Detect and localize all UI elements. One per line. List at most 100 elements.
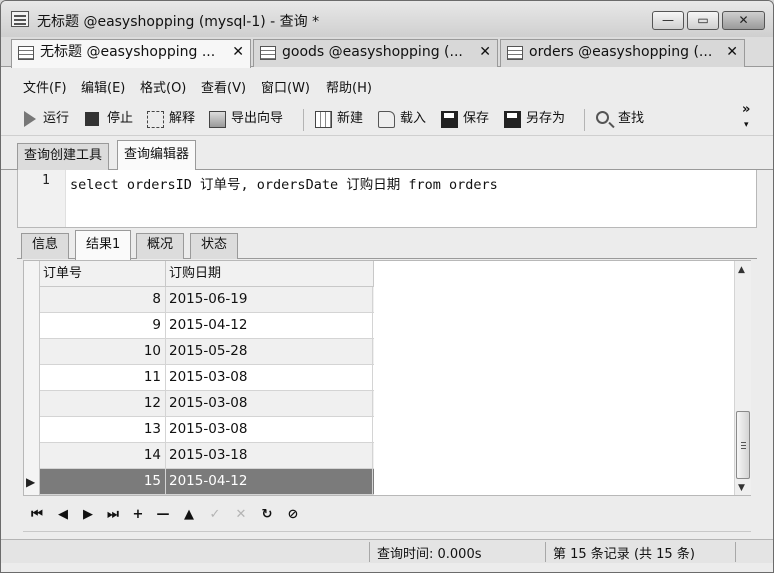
sql-editor[interactable]: 1 select ordersID 订单号, ordersDate 订购日期 f… xyxy=(17,170,757,228)
column-header-order-id[interactable]: 订单号 xyxy=(40,261,166,287)
save-as-icon xyxy=(504,111,521,128)
editor-tabs: 查询创建工具 查询编辑器 xyxy=(1,137,773,171)
table-row[interactable]: 11 2015-03-08 xyxy=(40,365,374,391)
vertical-scrollbar[interactable]: ▲ ▼ xyxy=(734,261,751,495)
stop-icon xyxy=(85,112,99,126)
table-icon xyxy=(507,46,523,60)
close-tab-icon[interactable]: ✕ xyxy=(232,40,244,65)
stop-icon[interactable]: ⊘ xyxy=(285,507,301,523)
toolbar: 运行 停止 解释 导出向导 新建 载入 保存 另存为 查找 » ▾ xyxy=(1,102,773,136)
cell-order-id[interactable]: 9 xyxy=(40,313,166,338)
close-tab-icon[interactable]: ✕ xyxy=(479,40,491,65)
menu-file[interactable]: 文件(F) xyxy=(23,77,67,96)
toolbar-dropdown-icon[interactable]: ▾ xyxy=(744,120,749,130)
menu-view[interactable]: 查看(V) xyxy=(201,77,246,96)
close-window-button[interactable]: ✕ xyxy=(722,11,765,30)
tab-profile[interactable]: 概况 xyxy=(136,233,185,259)
menu-window[interactable]: 窗口(W) xyxy=(261,77,310,96)
run-label: 运行 xyxy=(43,111,70,126)
cell-order-id[interactable]: 11 xyxy=(40,365,166,390)
stop-label: 停止 xyxy=(107,111,134,126)
refresh-icon[interactable]: ↻ xyxy=(259,507,275,523)
export-wizard-button[interactable]: 导出向导 xyxy=(209,110,283,130)
close-tab-icon[interactable]: ✕ xyxy=(726,40,738,65)
load-button[interactable]: 载入 xyxy=(378,110,426,130)
table-row[interactable]: 13 2015-03-08 xyxy=(40,417,374,443)
save-as-button[interactable]: 另存为 xyxy=(504,110,565,130)
next-record-icon[interactable]: ▶ xyxy=(80,507,96,523)
table-row[interactable]: 10 2015-05-28 xyxy=(40,339,374,365)
explain-button[interactable]: 解释 xyxy=(147,110,195,130)
cell-order-date[interactable]: 2015-06-19 xyxy=(166,287,373,312)
record-navigation-bar: ⏮ ◀ ▶ ⏭ + — ▲ ✓ ✕ ↻ ⊘ xyxy=(23,500,751,532)
table-row-selected[interactable]: 15 2015-04-12 xyxy=(40,469,374,495)
export-icon xyxy=(209,111,226,128)
table-row[interactable]: 9 2015-04-12 xyxy=(40,313,374,339)
status-separator xyxy=(735,542,736,562)
sql-text[interactable]: select ordersID 订单号, ordersDate 订购日期 fro… xyxy=(70,173,498,193)
find-label: 查找 xyxy=(618,111,645,126)
last-record-icon[interactable]: ⏭ xyxy=(105,507,121,523)
table-row[interactable]: 12 2015-03-08 xyxy=(40,391,374,417)
table-icon xyxy=(260,46,276,60)
cell-order-date[interactable]: 2015-04-12 xyxy=(166,469,373,494)
cell-order-date[interactable]: 2015-03-08 xyxy=(166,417,373,442)
tab-status[interactable]: 状态 xyxy=(190,233,239,259)
new-query-icon xyxy=(315,111,332,128)
cell-order-id[interactable]: 13 xyxy=(40,417,166,442)
tab-result-1[interactable]: 结果1 xyxy=(75,230,132,260)
title-bar: 无标题 @easyshopping (mysql-1) - 查询 * — ▭ ✕ xyxy=(1,1,773,37)
table-row[interactable]: 14 2015-03-18 xyxy=(40,443,374,469)
add-record-icon[interactable]: + xyxy=(130,507,146,523)
cell-order-date[interactable]: 2015-03-18 xyxy=(166,443,373,468)
toolbar-separator xyxy=(303,109,304,131)
doc-tab-goods[interactable]: goods @easyshopping (... ✕ xyxy=(253,39,498,67)
save-icon xyxy=(441,111,458,128)
doc-tab-orders[interactable]: orders @easyshopping (... ✕ xyxy=(500,39,745,67)
menu-edit[interactable]: 编辑(E) xyxy=(81,77,125,96)
explain-label: 解释 xyxy=(169,111,196,126)
cell-order-id[interactable]: 15 xyxy=(40,469,166,494)
save-as-label: 另存为 xyxy=(526,111,566,126)
find-button[interactable]: 查找 xyxy=(596,110,644,130)
folder-icon xyxy=(378,111,395,128)
table-row[interactable]: 8 2015-06-19 xyxy=(40,287,374,313)
tab-query-builder[interactable]: 查询创建工具 xyxy=(17,143,110,170)
scroll-top-icon[interactable]: ▲ xyxy=(181,507,197,523)
minimize-button[interactable]: — xyxy=(652,11,684,30)
menu-format[interactable]: 格式(O) xyxy=(140,77,186,96)
new-button[interactable]: 新建 xyxy=(315,110,363,130)
line-gutter: 1 xyxy=(18,170,66,227)
cell-order-id[interactable]: 12 xyxy=(40,391,166,416)
document-tabs: 无标题 @easyshopping ... ✕ goods @easyshopp… xyxy=(1,37,773,68)
cell-order-date[interactable]: 2015-05-28 xyxy=(166,339,373,364)
first-record-icon[interactable]: ⏮ xyxy=(29,507,45,523)
cell-order-id[interactable]: 14 xyxy=(40,443,166,468)
scroll-down-icon[interactable]: ▼ xyxy=(738,483,745,493)
doc-tab-untitled-query[interactable]: 无标题 @easyshopping ... ✕ xyxy=(11,39,251,68)
discard-changes-icon[interactable]: ✕ xyxy=(233,507,249,523)
results-grid: 订单号 订购日期 8 2015-06-19 9 2015-04-12 10 20… xyxy=(23,260,751,496)
previous-record-icon[interactable]: ◀ xyxy=(55,507,71,523)
stop-button[interactable]: 停止 xyxy=(85,110,133,130)
apply-changes-icon[interactable]: ✓ xyxy=(207,507,223,523)
tab-query-editor[interactable]: 查询编辑器 xyxy=(117,140,197,171)
doc-tab-label: goods @easyshopping (... xyxy=(282,44,463,60)
cell-order-date[interactable]: 2015-04-12 xyxy=(166,313,373,338)
run-button[interactable]: 运行 xyxy=(21,110,69,130)
column-header-order-date[interactable]: 订购日期 xyxy=(166,261,374,287)
maximize-button[interactable]: ▭ xyxy=(687,11,719,30)
save-button[interactable]: 保存 xyxy=(441,110,489,130)
toolbar-overflow-icon[interactable]: » xyxy=(742,103,750,116)
tab-info[interactable]: 信息 xyxy=(21,233,70,259)
delete-record-icon[interactable]: — xyxy=(155,507,171,523)
result-tabs: 信息 结果1 概况 状态 xyxy=(17,229,757,260)
cell-order-id[interactable]: 8 xyxy=(40,287,166,312)
scrollbar-thumb[interactable] xyxy=(736,411,750,479)
menu-help[interactable]: 帮助(H) xyxy=(326,77,372,96)
cell-order-id[interactable]: 10 xyxy=(40,339,166,364)
cell-order-date[interactable]: 2015-03-08 xyxy=(166,391,373,416)
window-title: 无标题 @easyshopping (mysql-1) - 查询 * xyxy=(37,14,320,30)
scroll-up-icon[interactable]: ▲ xyxy=(738,265,745,275)
cell-order-date[interactable]: 2015-03-08 xyxy=(166,365,373,390)
